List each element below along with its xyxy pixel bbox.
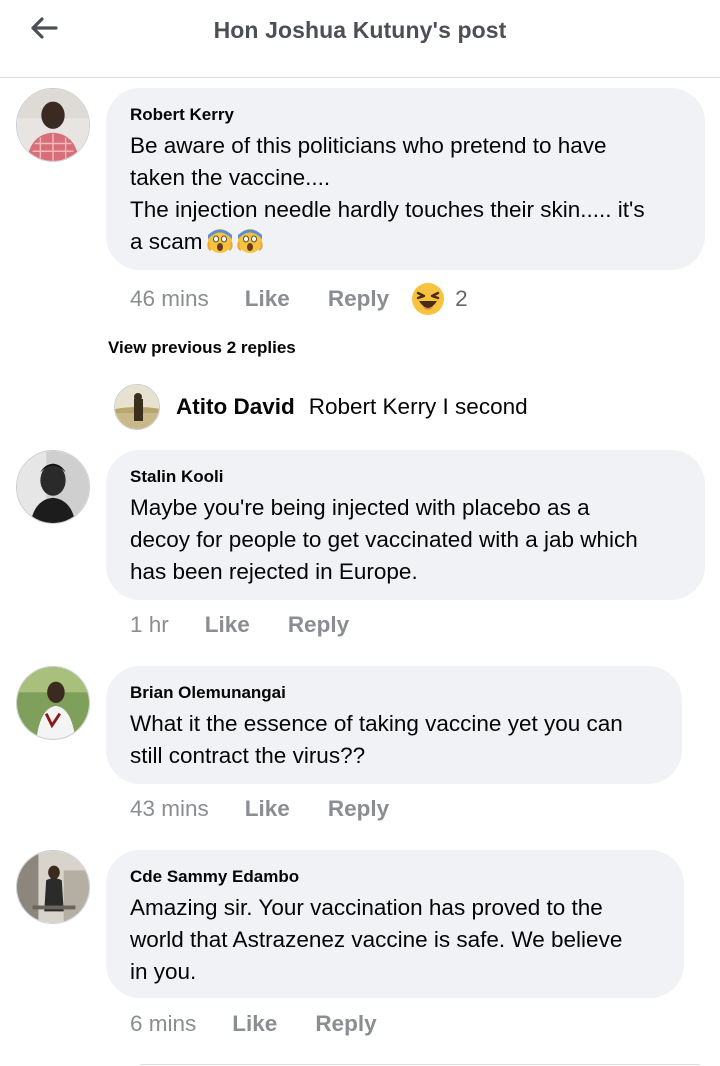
comment-bubble[interactable]: Brian Olemunangai What it the essence of… bbox=[106, 666, 682, 784]
comment-bubble[interactable]: Stalin Kooli Maybe you're being injected… bbox=[106, 450, 705, 600]
avatar-atito-david[interactable] bbox=[114, 384, 160, 430]
like-button[interactable]: Like bbox=[245, 286, 290, 312]
reply-preview[interactable]: Atito David Robert Kerry I second bbox=[114, 384, 528, 430]
avatar-stalin-kooli[interactable] bbox=[16, 450, 90, 524]
scream-emoji-icon bbox=[206, 228, 233, 263]
comment-text-line: in you. bbox=[130, 959, 197, 984]
like-button[interactable]: Like bbox=[232, 1011, 277, 1037]
reply-author[interactable]: Atito David bbox=[176, 394, 295, 420]
reply-text: Robert Kerry I second bbox=[308, 394, 528, 419]
like-button[interactable]: Like bbox=[245, 796, 290, 822]
avatar-robert-kerry[interactable] bbox=[16, 88, 90, 162]
reply-button[interactable]: Reply bbox=[315, 1011, 376, 1037]
comment-text-line: taken the vaccine.... bbox=[130, 165, 331, 190]
page-title: Hon Joshua Kutuny's post bbox=[213, 17, 507, 43]
reply-button[interactable]: Reply bbox=[328, 796, 389, 822]
haha-reaction-icon bbox=[412, 283, 445, 315]
comment-text-line: still contract the virus?? bbox=[130, 743, 366, 768]
comment-actions: 1 hr Like Reply bbox=[130, 612, 349, 638]
comment-text-line: a scam bbox=[130, 226, 681, 263]
comment-timestamp[interactable]: 43 mins bbox=[130, 796, 209, 822]
reply-button[interactable]: Reply bbox=[288, 612, 349, 638]
avatar-brian-olemunangai[interactable] bbox=[16, 666, 90, 740]
comment-author[interactable]: Cde Sammy Edambo bbox=[130, 866, 660, 888]
comment-author[interactable]: Brian Olemunangai bbox=[130, 682, 658, 704]
reaction-count: 2 bbox=[455, 286, 468, 311]
comment-bubble[interactable]: Cde Sammy Edambo Amazing sir. Your vacci… bbox=[106, 850, 684, 998]
comment-text-line: Maybe you're being injected with placebo… bbox=[130, 495, 590, 520]
comment-timestamp[interactable]: 6 mins bbox=[130, 1011, 196, 1037]
post-header: Hon Joshua Kutuny's post bbox=[0, 0, 720, 78]
comment-actions: 6 mins Like Reply bbox=[130, 1011, 377, 1037]
comment-text-line: has been rejected in Europe. bbox=[130, 559, 418, 584]
scream-emoji-icon bbox=[236, 228, 263, 263]
comment-text-line: The injection needle hardly touches thei… bbox=[130, 197, 645, 222]
divider bbox=[140, 1064, 700, 1065]
comment-bubble[interactable]: Robert Kerry Be aware of this politician… bbox=[106, 88, 705, 270]
like-button[interactable]: Like bbox=[205, 612, 250, 638]
comment-text-line: What it the essence of taking vaccine ye… bbox=[130, 711, 623, 736]
comment-text-line: world that Astrazenez vaccine is safe. W… bbox=[130, 927, 623, 952]
comment-author[interactable]: Stalin Kooli bbox=[130, 466, 681, 488]
comment-timestamp[interactable]: 1 hr bbox=[130, 612, 169, 638]
reply-button[interactable]: Reply bbox=[328, 286, 389, 312]
comment-text-segment: a scam bbox=[130, 229, 203, 254]
comment-author[interactable]: Robert Kerry bbox=[130, 104, 681, 126]
avatar-cde-sammy-edambo[interactable] bbox=[16, 850, 90, 924]
comment-text-line: Amazing sir. Your vaccination has proved… bbox=[130, 895, 603, 920]
comment-timestamp[interactable]: 46 mins bbox=[130, 286, 209, 312]
comment-text-line: decoy for people to get vaccinated with … bbox=[130, 527, 638, 552]
comment-actions: 46 mins Like Reply 2 bbox=[130, 282, 468, 316]
view-previous-replies-link[interactable]: View previous 2 replies bbox=[108, 338, 296, 358]
reaction-summary[interactable]: 2 bbox=[411, 282, 468, 316]
comment-text-line: Be aware of this politicians who pretend… bbox=[130, 133, 607, 158]
comment-actions: 43 mins Like Reply bbox=[130, 796, 389, 822]
